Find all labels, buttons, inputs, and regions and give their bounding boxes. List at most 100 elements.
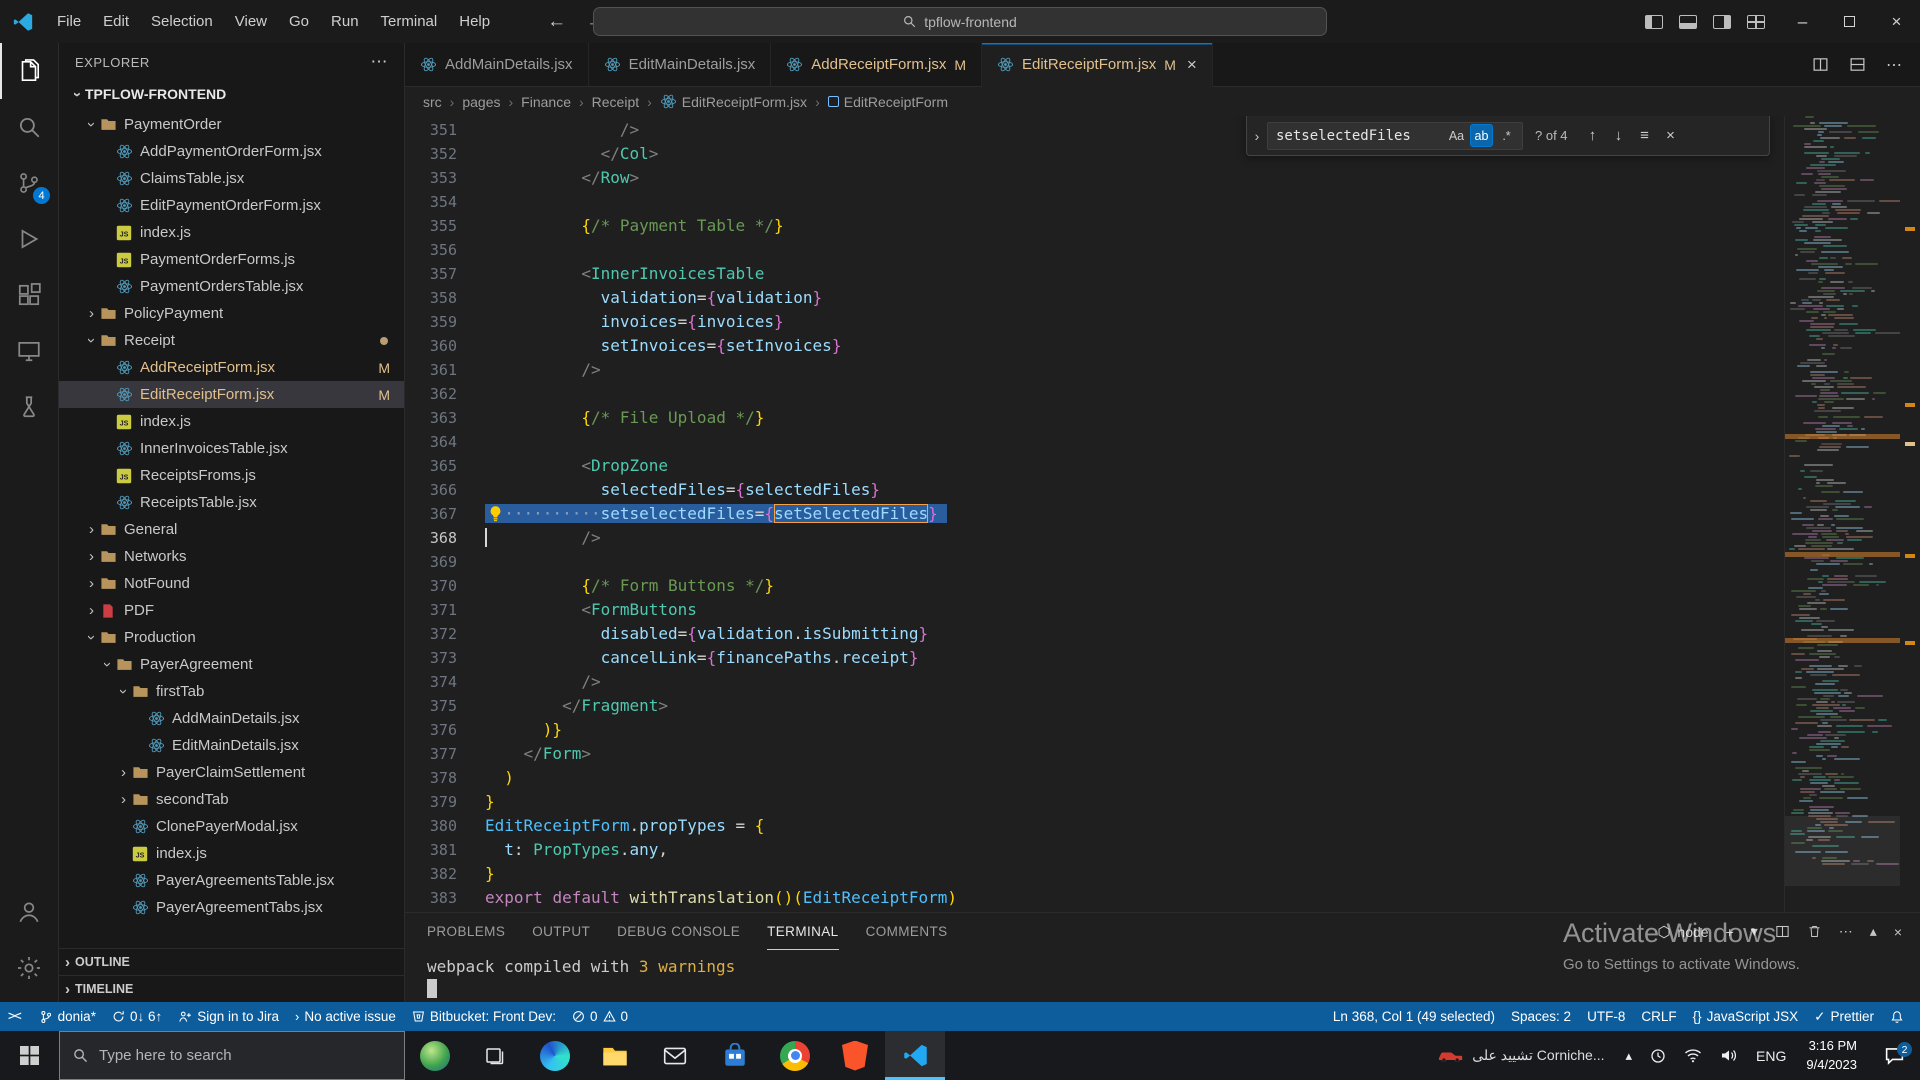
code-line-372[interactable]: disabled={validation.isSubmitting} [485, 622, 1784, 646]
split-editor-icon[interactable] [1812, 56, 1829, 73]
minimize-button[interactable]: – [1779, 0, 1826, 43]
search-icon[interactable] [0, 99, 58, 155]
code-line-363[interactable]: {/* File Upload */} [485, 406, 1784, 430]
cursor-position[interactable]: Ln 368, Col 1 (49 selected) [1325, 1002, 1503, 1031]
file-addmaindetails-jsx[interactable]: AddMainDetails.jsx [59, 705, 404, 732]
remote-indicator[interactable]: >< [0, 1002, 31, 1031]
code-line-365[interactable]: <DropZone [485, 454, 1784, 478]
breadcrumb-src[interactable]: src [423, 94, 442, 110]
git-branch-item[interactable]: donia* [31, 1002, 104, 1031]
folder-notfound[interactable]: ›NotFound [59, 570, 404, 597]
folder-firsttab[interactable]: ›firstTab [59, 678, 404, 705]
breadcrumb-pages[interactable]: pages [462, 94, 500, 110]
code-line-367[interactable]: ············setselectedFiles={setSelecte… [485, 502, 1784, 526]
vscode-taskbar-icon[interactable] [885, 1031, 945, 1080]
file-payeragreementtabs-jsx[interactable]: PayerAgreementTabs.jsx [59, 894, 404, 921]
code-line-382[interactable]: } [485, 862, 1784, 886]
file-index-js[interactable]: JSindex.js [59, 219, 404, 246]
file-index-js[interactable]: JSindex.js [59, 408, 404, 435]
code-line-383[interactable]: export default withTranslation()(EditRec… [485, 886, 1784, 910]
code-line-356[interactable] [485, 238, 1784, 262]
more-actions-icon[interactable]: ⋯ [1886, 55, 1902, 75]
menu-view[interactable]: View [224, 0, 278, 43]
folder-networks[interactable]: ›Networks [59, 543, 404, 570]
file-paymentorderstable-jsx[interactable]: PaymentOrdersTable.jsx [59, 273, 404, 300]
match-case-icon[interactable]: Aa [1445, 124, 1468, 147]
kill-terminal-icon[interactable] [1807, 924, 1822, 939]
code-line-376[interactable]: )} [485, 718, 1784, 742]
next-match-icon[interactable]: ↓ [1606, 123, 1632, 149]
menu-help[interactable]: Help [448, 0, 501, 43]
code-line-374[interactable]: /> [485, 670, 1784, 694]
volume-icon[interactable] [1711, 1031, 1747, 1080]
code-line-358[interactable]: validation={validation} [485, 286, 1784, 310]
task-view-icon[interactable] [465, 1031, 525, 1080]
taskbar-clock[interactable]: 3:16 PM 9/4/2023 [1795, 1037, 1868, 1073]
file-index-js[interactable]: JSindex.js [59, 840, 404, 867]
menu-go[interactable]: Go [278, 0, 320, 43]
minimap[interactable] [1784, 116, 1900, 912]
brave-icon[interactable] [825, 1031, 885, 1080]
file-editpaymentorderform-jsx[interactable]: EditPaymentOrderForm.jsx [59, 192, 404, 219]
code-line-371[interactable]: <FormButtons [485, 598, 1784, 622]
file-editmaindetails-jsx[interactable]: EditMainDetails.jsx [59, 732, 404, 759]
panel-tab-debug-console[interactable]: DEBUG CONSOLE [617, 913, 740, 950]
tab-addmaindetails-jsx[interactable]: AddMainDetails.jsx [405, 43, 589, 86]
code-line-368[interactable]: /> [485, 526, 1784, 550]
file-receiptsfroms-js[interactable]: JSReceiptsFroms.js [59, 462, 404, 489]
remote-explorer-icon[interactable] [0, 323, 58, 379]
code-line-359[interactable]: invoices={invoices} [485, 310, 1784, 334]
language-mode[interactable]: {}JavaScript JSX [1685, 1002, 1807, 1031]
file-addpaymentorderform-jsx[interactable]: AddPaymentOrderForm.jsx [59, 138, 404, 165]
folder-paymentorder[interactable]: ›PaymentOrder [59, 111, 404, 138]
panel-tab-output[interactable]: OUTPUT [532, 913, 590, 950]
folder-secondtab[interactable]: ›secondTab [59, 786, 404, 813]
command-center[interactable]: tpflow-frontend [593, 7, 1327, 36]
history-back-icon[interactable]: ← [547, 11, 566, 33]
code-line-377[interactable]: </Form> [485, 742, 1784, 766]
regex-icon[interactable]: .* [1495, 124, 1518, 147]
panel-more-icon[interactable]: ⋯ [1839, 923, 1853, 940]
customize-layout-icon[interactable] [1747, 15, 1765, 29]
code-line-357[interactable]: <InnerInvoicesTable [485, 262, 1784, 286]
file-clonepayermodal-jsx[interactable]: ClonePayerModal.jsx [59, 813, 404, 840]
code-line-378[interactable]: ) [485, 766, 1784, 790]
toggle-panel-icon[interactable] [1679, 15, 1697, 29]
timeline-section[interactable]: › TIMELINE [59, 975, 404, 1002]
problems-item[interactable]: 0 0 [564, 1002, 636, 1031]
accounts-icon[interactable] [0, 884, 58, 940]
folder-receipt[interactable]: ›Receipt [59, 327, 404, 354]
folder-pdf[interactable]: ›PDF [59, 597, 404, 624]
lightbulb-icon[interactable] [487, 505, 504, 522]
toggle-primary-sidebar-icon[interactable] [1645, 15, 1663, 29]
bitbucket-item[interactable]: Bitbucket: Front Dev: [404, 1002, 564, 1031]
edge-icon[interactable] [525, 1031, 585, 1080]
folder-policypayment[interactable]: ›PolicyPayment [59, 300, 404, 327]
eol-sequence[interactable]: CRLF [1633, 1002, 1684, 1031]
folder-general[interactable]: ›General [59, 516, 404, 543]
minimap-slider[interactable] [1785, 816, 1900, 886]
close-panel-icon[interactable]: × [1894, 924, 1902, 940]
toggle-secondary-sidebar-icon[interactable] [1713, 15, 1731, 29]
breadcrumb-editreceiptform-jsx[interactable]: EditReceiptForm.jsx [660, 93, 807, 110]
code-line-373[interactable]: cancelLink={financePaths.receipt} [485, 646, 1784, 670]
file-innerinvoicestable-jsx[interactable]: InnerInvoicesTable.jsx [59, 435, 404, 462]
outline-section[interactable]: › OUTLINE [59, 948, 404, 975]
code-line-362[interactable] [485, 382, 1784, 406]
code-line-354[interactable] [485, 190, 1784, 214]
tab-addreceiptform-jsx[interactable]: AddReceiptForm.jsxM [771, 43, 982, 86]
explorer-icon[interactable] [0, 43, 58, 99]
whole-word-icon[interactable]: ab [1470, 124, 1493, 147]
maximize-panel-icon[interactable]: ▴ [1870, 923, 1877, 940]
file-payeragreementstable-jsx[interactable]: PayerAgreementsTable.jsx [59, 867, 404, 894]
jira-issue-item[interactable]: › No active issue [287, 1002, 404, 1031]
chrome-icon[interactable] [765, 1031, 825, 1080]
file-receiptstable-jsx[interactable]: ReceiptsTable.jsx [59, 489, 404, 516]
run-debug-icon[interactable] [0, 211, 58, 267]
indentation[interactable]: Spaces: 2 [1503, 1002, 1579, 1031]
code-line-370[interactable]: {/* Form Buttons */} [485, 574, 1784, 598]
wifi-icon[interactable] [1675, 1031, 1711, 1080]
breadcrumb-receipt[interactable]: Receipt [592, 94, 639, 110]
explorer-more-actions-icon[interactable]: ⋯ [371, 52, 389, 72]
folder-production[interactable]: ›Production [59, 624, 404, 651]
